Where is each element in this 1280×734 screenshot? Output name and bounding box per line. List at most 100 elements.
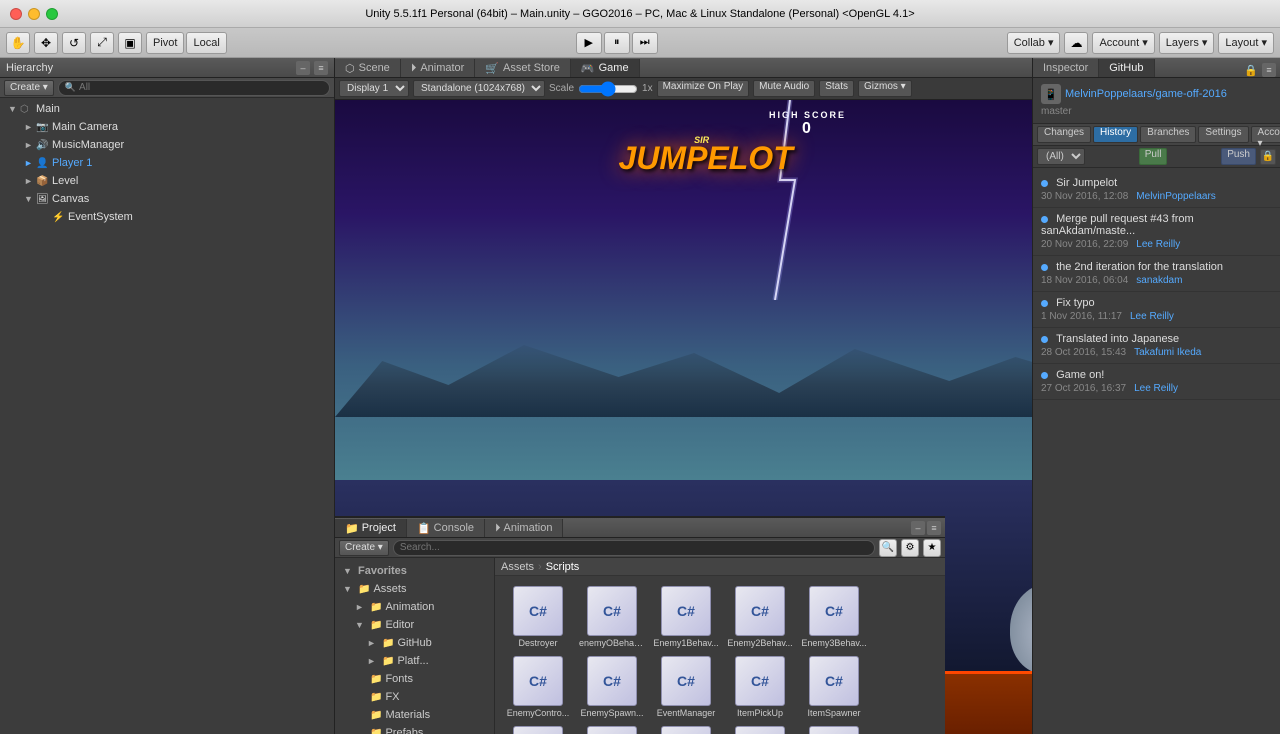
project-star-btn[interactable]: ★: [923, 539, 941, 557]
pivot-btn[interactable]: Pivot: [146, 32, 184, 54]
commit-filter[interactable]: (All): [1037, 148, 1085, 165]
commit-author-5: Takafumi Ikeda: [1134, 347, 1201, 358]
console-tab[interactable]: 📋 Console: [407, 519, 485, 537]
tree-item-player1[interactable]: ► 👤 Player 1: [0, 154, 334, 172]
file-enemycontro[interactable]: EnemyContro...: [503, 654, 573, 720]
push-btn[interactable]: Push: [1221, 148, 1256, 165]
project-create-btn[interactable]: Create ▾: [339, 540, 389, 556]
sidebar-fx[interactable]: 📁 FX: [335, 688, 494, 706]
maximize-button[interactable]: [46, 8, 58, 20]
pause-button[interactable]: ⏸: [604, 32, 630, 54]
minimize-button[interactable]: [28, 8, 40, 20]
commit-item-6[interactable]: Game on! 27 Oct 2016, 16:37 Lee Reilly: [1033, 364, 1280, 400]
play-button[interactable]: ▶: [576, 32, 602, 54]
stats-btn[interactable]: Stats: [819, 80, 854, 97]
rect-tool-btn[interactable]: ▣: [118, 32, 142, 54]
sidebar-animation[interactable]: ► 📁 Animation: [335, 598, 494, 616]
move-tool-btn[interactable]: ✥: [34, 32, 58, 54]
file-destroyer[interactable]: Destroyer: [503, 584, 573, 650]
tree-item-level[interactable]: ► 📦 Level: [0, 172, 334, 190]
file-logo[interactable]: Logo: [577, 724, 647, 734]
commit-meta-1: 30 Nov 2016, 12:08 MelvinPoppelaars: [1041, 191, 1272, 202]
bottom-lock-btn[interactable]: –: [911, 521, 925, 535]
settings-btn[interactable]: Settings: [1198, 126, 1248, 143]
game-tab[interactable]: 🎮 Game: [571, 59, 640, 77]
commit-item-2[interactable]: Merge pull request #43 from sanAkdam/mas…: [1033, 208, 1280, 256]
layout-button[interactable]: Layout ▾: [1218, 32, 1274, 54]
resolution-select[interactable]: Standalone (1024x768): [413, 80, 545, 97]
scene-tab[interactable]: ⬡ Scene: [335, 59, 401, 77]
sidebar-github[interactable]: ► 📁 GitHub: [335, 634, 494, 652]
history-btn[interactable]: History: [1093, 126, 1138, 143]
cloud-button[interactable]: ☁: [1064, 32, 1088, 54]
hierarchy-create-btn[interactable]: Create ▾: [4, 80, 54, 96]
file-enemy3behav[interactable]: Enemy3Behav...: [799, 584, 869, 650]
file-enemy0behav[interactable]: enemyOBehav...: [577, 584, 647, 650]
mute-btn[interactable]: Mute Audio: [753, 80, 815, 97]
commit-date-1: 30 Nov 2016, 12:08: [1041, 191, 1128, 202]
commit-date-6: 27 Oct 2016, 16:37: [1041, 383, 1126, 394]
commit-item-3[interactable]: the 2nd iteration for the translation 18…: [1033, 256, 1280, 292]
inspector-lock-icon: 🔒: [1244, 64, 1258, 77]
file-enemyspawn[interactable]: EnemySpawn...: [577, 654, 647, 720]
github-tab[interactable]: GitHub: [1099, 59, 1154, 77]
bottom-menu-btn[interactable]: ≡: [927, 521, 941, 535]
project-filter-btn[interactable]: ⚙: [901, 539, 919, 557]
project-search-icon[interactable]: 🔍: [879, 539, 897, 557]
commit-item-4[interactable]: Fix typo 1 Nov 2016, 11:17 Lee Reilly: [1033, 292, 1280, 328]
sidebar-materials[interactable]: 📁 Materials: [335, 706, 494, 724]
close-button[interactable]: [10, 8, 22, 20]
pull-btn[interactable]: Pull: [1139, 148, 1168, 165]
file-enemy2behav[interactable]: Enemy2Behav...: [725, 584, 795, 650]
file-label-enemy2: Enemy2Behav...: [727, 638, 793, 648]
account-github-btn[interactable]: Account ▾: [1251, 126, 1280, 143]
tree-item-canvas[interactable]: ▼ 🖼 Canvas: [0, 190, 334, 208]
collab-button[interactable]: Collab ▾: [1007, 32, 1061, 54]
step-button[interactable]: ⏭: [632, 32, 658, 54]
sidebar-platf[interactable]: ► 📁 Platf...: [335, 652, 494, 670]
commit-item-1[interactable]: Sir Jumpelot 30 Nov 2016, 12:08 MelvinPo…: [1033, 172, 1280, 208]
sidebar-fonts[interactable]: 📁 Fonts: [335, 670, 494, 688]
tree-item-main-camera[interactable]: ► 📷 Main Camera: [0, 118, 334, 136]
tree-item-music-manager[interactable]: ► 🔊 MusicManager: [0, 136, 334, 154]
scale-tool-btn[interactable]: ⤢: [90, 32, 114, 54]
project-tab[interactable]: 📁 Project: [335, 519, 407, 537]
hierarchy-tree: ▼ ⬡ Main ► 📷 Main Camera ► 🔊 MusicManage…: [0, 98, 334, 734]
animation-tab[interactable]: ⏵ Animation: [485, 519, 563, 537]
file-playercontrol[interactable]: PlayerControl...: [799, 724, 869, 734]
scale-slider[interactable]: [578, 84, 638, 94]
file-itempickup[interactable]: ItemPickUp: [725, 654, 795, 720]
commit-dot-1: [1041, 180, 1048, 187]
file-lavadeath[interactable]: LavaDeath: [503, 724, 573, 734]
account-button[interactable]: Account ▾: [1092, 32, 1154, 54]
sidebar-assets[interactable]: ▼ 📁 Assets: [335, 580, 494, 598]
branches-btn[interactable]: Branches: [1140, 126, 1196, 143]
layers-button[interactable]: Layers ▾: [1159, 32, 1215, 54]
sidebar-prefabs[interactable]: 📁 Prefabs: [335, 724, 494, 734]
inspector-tab[interactable]: Inspector: [1033, 59, 1099, 77]
project-tab-label: Project: [362, 522, 396, 534]
hierarchy-search[interactable]: 🔍 All: [58, 80, 330, 96]
file-eventmanager[interactable]: EventManager: [651, 654, 721, 720]
project-search[interactable]: [393, 540, 875, 556]
display-select[interactable]: Display 1: [339, 80, 409, 97]
file-itemspawner[interactable]: ItemSpawner: [799, 654, 869, 720]
maximize-btn[interactable]: Maximize On Play: [657, 80, 750, 97]
animator-tab[interactable]: ⏵ Animator: [401, 59, 476, 77]
file-musicmanager[interactable]: MusicManag...: [725, 724, 795, 734]
file-music[interactable]: Music: [651, 724, 721, 734]
file-enemy1behav[interactable]: Enemy1Behav...: [651, 584, 721, 650]
hierarchy-lock-btn[interactable]: –: [296, 61, 310, 75]
inspector-menu-btn[interactable]: ≡: [1262, 63, 1276, 77]
tree-item-eventsystem[interactable]: ⚡ EventSystem: [0, 208, 334, 226]
hierarchy-menu-btn[interactable]: ≡: [314, 61, 328, 75]
hand-tool-btn[interactable]: ✋: [6, 32, 30, 54]
gizmos-btn[interactable]: Gizmos ▾: [858, 80, 912, 97]
changes-btn[interactable]: Changes: [1037, 126, 1091, 143]
commit-item-5[interactable]: Translated into Japanese 28 Oct 2016, 15…: [1033, 328, 1280, 364]
rotate-tool-btn[interactable]: ↺: [62, 32, 86, 54]
sidebar-editor[interactable]: ▼ 📁 Editor: [335, 616, 494, 634]
local-btn[interactable]: Local: [186, 32, 226, 54]
tree-item-main[interactable]: ▼ ⬡ Main: [0, 100, 334, 118]
asset-store-tab[interactable]: 🛒 Asset Store: [475, 59, 571, 77]
